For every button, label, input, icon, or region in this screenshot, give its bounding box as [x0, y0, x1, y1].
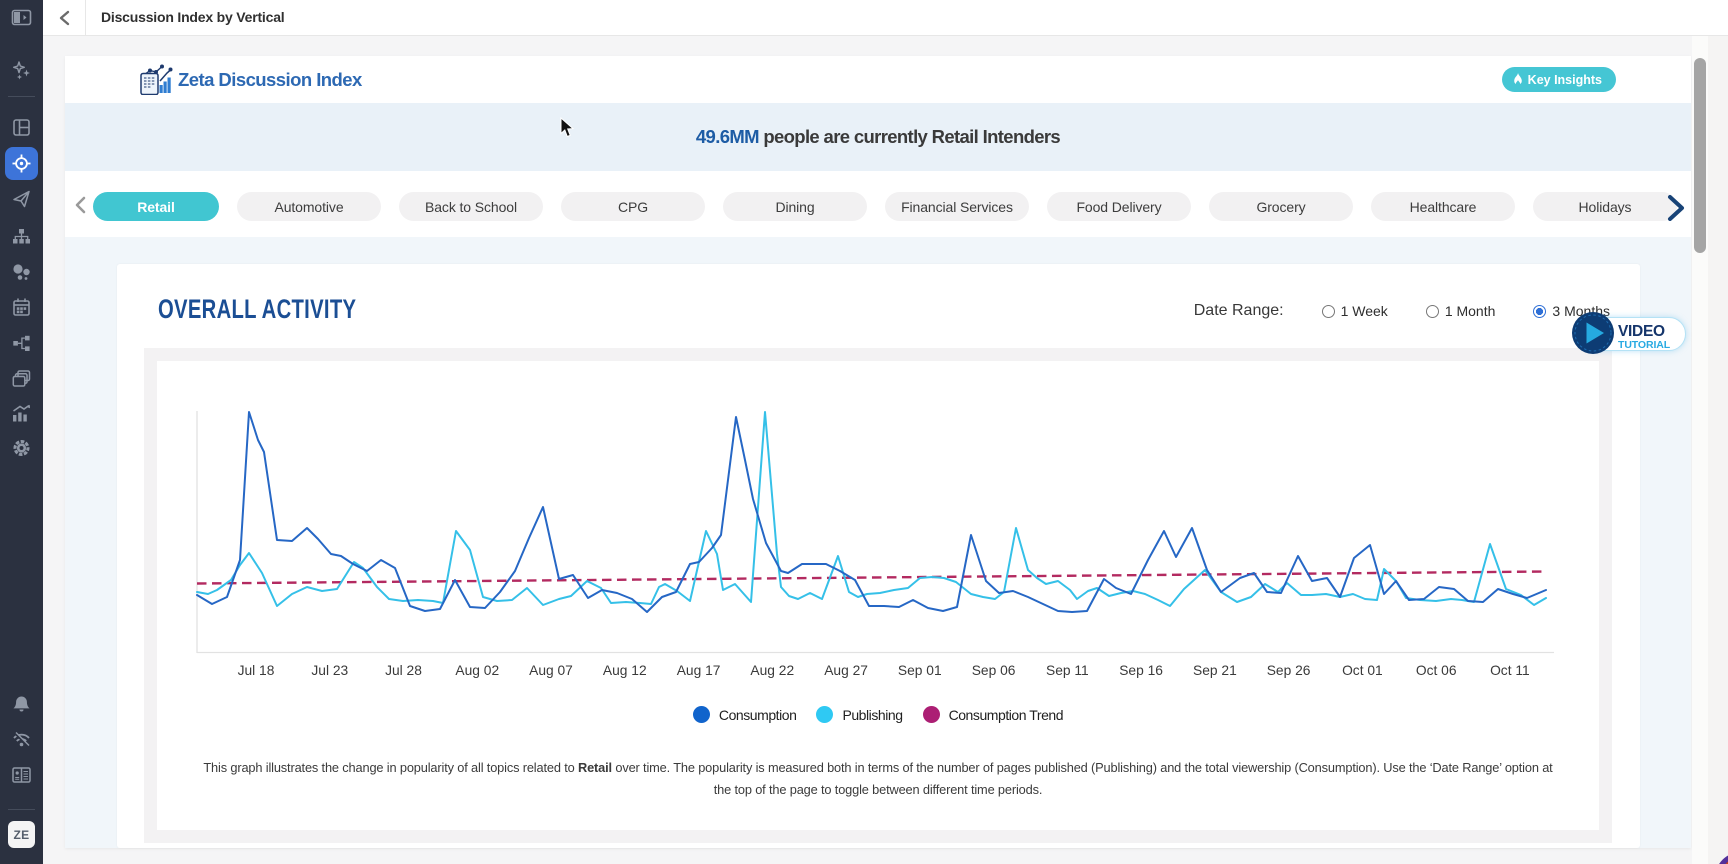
svg-text:Sep 01: Sep 01 [898, 663, 942, 678]
svg-text:Aug 07: Aug 07 [529, 663, 573, 678]
svg-text:Sep 06: Sep 06 [972, 663, 1016, 678]
svg-text:Oct 01: Oct 01 [1342, 663, 1383, 678]
svg-text:Sep 11: Sep 11 [1046, 663, 1089, 678]
svg-text:Sep 16: Sep 16 [1119, 663, 1163, 678]
svg-text:Jul 23: Jul 23 [311, 663, 348, 678]
svg-text:Aug 12: Aug 12 [603, 663, 647, 678]
svg-text:Oct 11: Oct 11 [1490, 663, 1530, 678]
svg-text:Jul 28: Jul 28 [385, 663, 422, 678]
svg-text:Sep 21: Sep 21 [1193, 663, 1237, 678]
svg-text:Aug 22: Aug 22 [750, 663, 794, 678]
svg-text:Oct 06: Oct 06 [1416, 663, 1457, 678]
svg-text:Jul 18: Jul 18 [238, 663, 275, 678]
svg-text:Sep 26: Sep 26 [1267, 663, 1311, 678]
svg-text:Aug 17: Aug 17 [677, 663, 721, 678]
svg-text:Aug 02: Aug 02 [455, 663, 499, 678]
svg-text:Aug 27: Aug 27 [824, 663, 868, 678]
